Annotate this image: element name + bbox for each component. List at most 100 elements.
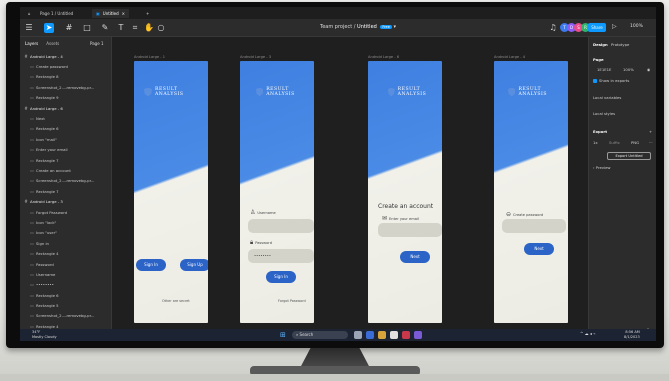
add-export-icon[interactable]: + (649, 129, 652, 134)
page-opacity-value[interactable]: 100% (623, 67, 634, 72)
tab-untitled[interactable]: ▣ Untitled × (92, 9, 129, 18)
more-icon[interactable]: ⋯ (649, 140, 653, 145)
close-icon[interactable]: × (122, 11, 125, 16)
frame-icon: # (24, 105, 28, 111)
layer-item[interactable]: ▭ Rectangle 7 (24, 155, 110, 165)
page-color-value[interactable]: 1E1E1E (597, 67, 611, 72)
shield-icon (256, 87, 264, 97)
layer-frame[interactable]: # Android Large - 3 (24, 196, 110, 206)
windows-start-icon[interactable]: ⊞ (280, 331, 288, 339)
chrome-icon[interactable] (390, 331, 398, 339)
username-field[interactable] (248, 219, 314, 233)
show-exports-toggle[interactable]: Show in exports (593, 78, 629, 83)
forgot-password-link[interactable]: Forgot Password (278, 299, 306, 303)
layer-item[interactable]: ▭ Rectangle 9 (24, 93, 110, 103)
local-variables[interactable]: Local variables (593, 95, 621, 100)
taskbar-search[interactable]: ⌕ Search (292, 331, 348, 339)
app-icon[interactable] (402, 331, 410, 339)
tab-page-1[interactable]: Page 1 / Untitled (36, 9, 77, 18)
layer-frame[interactable]: # Android Large - 6 (24, 103, 110, 113)
frame-android-large-3[interactable]: RESULT ANALYSIS ♙ Username 🔒︎ Password •… (240, 61, 314, 323)
tab-assets[interactable]: Assets (46, 41, 59, 46)
system-tray-icons[interactable]: ^ ☁ ◂ ⌁ (580, 331, 596, 336)
layer-item[interactable]: ▭ Screenshot_2...-removebg-pr... (24, 311, 110, 321)
email-field[interactable] (378, 223, 442, 237)
preview-toggle[interactable]: › Preview (593, 165, 611, 170)
sign-in-button[interactable]: Sign In (266, 271, 296, 283)
clock[interactable]: 8:56 AM 8/1/2023 (624, 330, 640, 339)
export-format[interactable]: PNG (631, 140, 639, 145)
brand-logo: RESULT ANALYSIS (508, 87, 568, 97)
frame-label[interactable]: Android Large - 6 (368, 55, 399, 59)
resources-icon[interactable]: ⌗ (130, 23, 140, 33)
layer-icon: ▭ (30, 261, 34, 267)
page-selector[interactable]: Page 1 (90, 41, 104, 46)
eye-icon[interactable]: ◉ (647, 67, 650, 72)
main-menu-icon[interactable]: ☰ (24, 23, 34, 33)
frame-label[interactable]: Android Large - 1 (134, 55, 165, 59)
canvas[interactable]: Android Large - 1 Android Large - 3 Andr… (112, 37, 588, 341)
zoom-level[interactable]: 100% (630, 24, 643, 29)
present-icon[interactable]: ▷ (612, 23, 617, 30)
task-view-icon[interactable] (354, 331, 362, 339)
tab-layers[interactable]: Layers (25, 41, 38, 46)
breadcrumb[interactable]: Team project / Untitled Free ▾ (320, 24, 396, 30)
layer-item[interactable]: ▭ Icon "lock" (24, 217, 110, 227)
frame-android-large-1[interactable]: RESULT ANALYSIS Sign In Sign Up Other ar… (134, 61, 208, 323)
layer-frame[interactable]: # Android Large - 4 (24, 51, 110, 61)
layer-item[interactable]: ▭ •••••••• (24, 280, 110, 290)
tab-prototype[interactable]: Prototype (611, 42, 629, 47)
figma-app-icon[interactable] (414, 331, 422, 339)
next-button[interactable]: Next (400, 251, 430, 263)
explorer-icon[interactable] (378, 331, 386, 339)
sign-up-button[interactable]: Sign Up (180, 259, 208, 271)
frame-label[interactable]: Android Large - 3 (240, 55, 271, 59)
layer-item[interactable]: ▭ Enter your email (24, 145, 110, 155)
local-styles[interactable]: Local styles (593, 111, 615, 116)
hand-tool-icon[interactable]: ✋ (144, 23, 154, 33)
layer-item[interactable]: ▭ Rectangle 5 (24, 300, 110, 310)
layer-item[interactable]: ▭ Next (24, 113, 110, 123)
tab-design[interactable]: Design (593, 42, 608, 47)
layer-item[interactable]: ▭ Username (24, 269, 110, 279)
layer-item[interactable]: ▭ Screenshot_2...-removebg-pr... (24, 176, 110, 186)
layer-list: # Android Large - 4 ▭ Create password ▭ Recta… (24, 51, 110, 341)
layer-item[interactable]: ▭ Rectangle 8 (24, 72, 110, 82)
layer-item[interactable]: ▭ Rectangle 7 (24, 186, 110, 196)
frame-android-large-4[interactable]: RESULT ANALYSIS ⊖ Create password Next (494, 61, 568, 323)
export-button[interactable]: Export Untitled (607, 152, 651, 160)
layer-item[interactable]: ▭ Icon "mail" (24, 134, 110, 144)
comment-icon[interactable]: ○ (156, 23, 166, 33)
pen-tool-icon[interactable]: ✎ (100, 23, 110, 33)
layer-item[interactable]: ▭ Password (24, 259, 110, 269)
move-tool-icon[interactable]: ➤ (44, 23, 54, 33)
frame-label[interactable]: Android Large - 4 (494, 55, 525, 59)
home-icon[interactable]: ⌂ (24, 9, 35, 18)
frame-android-large-6[interactable]: RESULT ANALYSIS Create an account ✉ Ente… (368, 61, 442, 323)
edge-icon[interactable] (366, 331, 374, 339)
layer-item[interactable]: ▭ Create password (24, 61, 110, 71)
frame-tool-icon[interactable]: # (64, 23, 74, 33)
export-suffix[interactable]: Suffix (609, 140, 620, 145)
next-button[interactable]: Next (524, 243, 554, 255)
share-button[interactable]: Share (588, 23, 606, 32)
password-field[interactable]: •••••••• (248, 249, 314, 263)
layer-item[interactable]: ▭ Rectangle 6 (24, 124, 110, 134)
new-tab-button[interactable]: + (142, 9, 153, 18)
layer-item[interactable]: ▭ Forgot Password (24, 207, 110, 217)
headset-icon[interactable]: ♫ (548, 23, 558, 33)
sign-in-button[interactable]: Sign In (136, 259, 166, 271)
toolbar: ☰ ➤ # □ ✎ T ⌗ ✋ ○ Team project / Untitle… (20, 19, 656, 37)
shape-tool-icon[interactable]: □ (82, 23, 92, 33)
layer-item[interactable]: ▭ Rectangle 4 (24, 248, 110, 258)
text-tool-icon[interactable]: T (116, 23, 126, 33)
layer-item[interactable]: ▭ Icon "user" (24, 228, 110, 238)
layer-item[interactable]: ▭ Rectangle 6 (24, 290, 110, 300)
password-field[interactable] (502, 219, 566, 233)
layer-item[interactable]: ▭ Screenshot_2...-removebg-pr... (24, 82, 110, 92)
export-scale[interactable]: 1x (593, 140, 598, 145)
layer-item[interactable]: ▭ Sign in (24, 238, 110, 248)
weather-widget[interactable]: 34°F Mostly Cloudy (32, 330, 57, 339)
layer-label: Icon "mail" (36, 136, 57, 142)
layer-item[interactable]: ▭ Create an account (24, 165, 110, 175)
